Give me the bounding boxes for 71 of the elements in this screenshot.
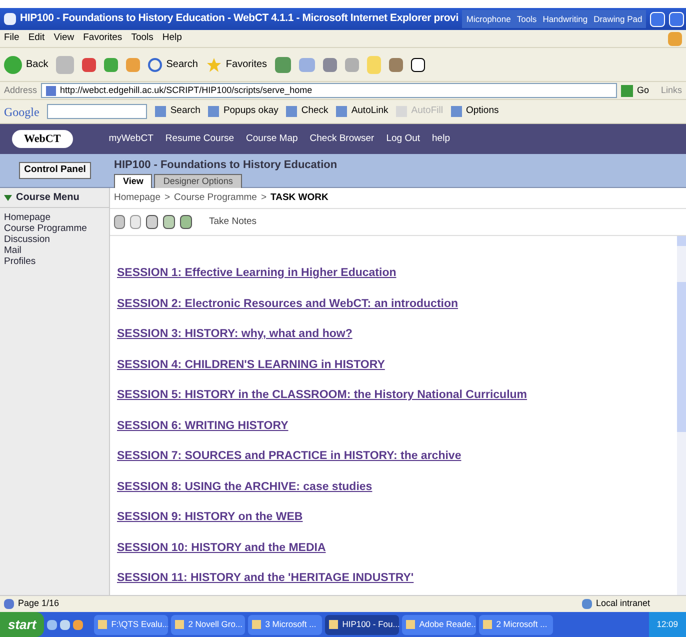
google-search-field[interactable]: [47, 104, 148, 119]
course-menu-item[interactable]: Mail: [4, 245, 105, 256]
breadcrumb-separator: >: [164, 190, 170, 205]
google-toolbar-button[interactable]: Search: [155, 104, 200, 119]
taskbar-button[interactable]: 2 Microsoft ...: [479, 614, 554, 634]
nav-link[interactable]: Resume Course: [165, 132, 234, 146]
menu-item[interactable]: View: [54, 31, 74, 46]
nav-link[interactable]: Check Browser: [310, 132, 374, 146]
webct-logo[interactable]: WebCT: [12, 130, 73, 148]
menu-item[interactable]: Tools: [131, 31, 154, 46]
clock: 12:09: [648, 612, 686, 637]
taskbar-button[interactable]: 2 Novell Gro...: [171, 614, 246, 634]
zone-text: Local intranet: [596, 597, 650, 610]
taskbar-button[interactable]: 3 Microsoft ...: [248, 614, 322, 634]
window-title: HIP100 - Foundations to History Education - WebCT 4.1.1 - Microsoft Internet Explorer provi: [20, 11, 458, 26]
course-menu-header[interactable]: Course Menu: [0, 188, 109, 208]
session-link[interactable]: SESSION 11: HISTORY and the 'HERITAGE INDUSTRY': [117, 569, 414, 587]
taskbar-button[interactable]: Adobe Reade...: [402, 614, 476, 634]
search-button[interactable]: Search: [148, 57, 198, 72]
take-notes-link[interactable]: Take Notes: [209, 214, 257, 230]
nav-link[interactable]: Log Out: [386, 132, 420, 146]
session-link[interactable]: SESSION 9: HISTORY on the WEB: [117, 508, 303, 526]
session-link[interactable]: SESSION 5: HISTORY in the CLASSROOM: the History National Curriculum: [117, 386, 528, 404]
taskbar-button[interactable]: HIP100 - Fou...: [325, 614, 400, 634]
back-button[interactable]: Back: [4, 56, 48, 74]
menu-item[interactable]: Edit: [28, 31, 45, 46]
session-link[interactable]: SESSION 10: HISTORY and the MEDIA: [117, 538, 326, 556]
menu-item[interactable]: Help: [162, 31, 182, 46]
language-bar-button[interactable]: Drawing Pad: [594, 12, 642, 26]
language-bar-button[interactable]: Handwriting: [542, 12, 588, 26]
nav-link[interactable]: myWebCT: [108, 132, 154, 146]
control-panel-button[interactable]: Control Panel: [19, 162, 91, 179]
session-link[interactable]: SESSION 2: Electronic Resources and WebCT: an introduction: [117, 294, 458, 312]
breadcrumb-item: TASK WORK: [270, 190, 328, 205]
language-bar-button[interactable]: Microphone: [466, 12, 511, 26]
session-link[interactable]: SESSION 1: Effective Learning in Higher Education: [117, 264, 396, 282]
breadcrumb-item[interactable]: Course Programme: [174, 190, 257, 206]
scrollbar[interactable]: [677, 236, 686, 595]
language-bar-button[interactable]: Tools: [516, 12, 537, 26]
tab[interactable]: Designer Options: [154, 174, 242, 188]
session-link[interactable]: SESSION 6: WRITING HISTORY: [117, 416, 288, 434]
google-toolbar-button[interactable]: Check: [286, 104, 328, 119]
session-link[interactable]: SESSION 7: SOURCES and PRACTICE in HISTORY: the archive: [117, 447, 462, 465]
tab[interactable]: View: [114, 174, 152, 188]
menu-item[interactable]: File: [4, 31, 20, 46]
google-logo[interactable]: Google: [4, 102, 40, 120]
breadcrumb-item[interactable]: Homepage: [114, 190, 160, 206]
google-toolbar-button[interactable]: Popups okay: [208, 104, 278, 119]
course-menu-item[interactable]: Discussion: [4, 234, 105, 245]
start-button[interactable]: start: [0, 612, 44, 637]
course-menu-item[interactable]: Homepage: [4, 212, 105, 223]
status-text: Page 1/16: [18, 597, 60, 610]
menu-item[interactable]: Favorites: [83, 31, 122, 46]
google-toolbar-button[interactable]: AutoLink: [336, 104, 388, 119]
go-button[interactable]: Go: [620, 84, 649, 98]
session-link[interactable]: SESSION 4: CHILDREN'S LEARNING in HISTORY: [117, 356, 385, 374]
nav-link[interactable]: help: [432, 132, 450, 146]
address-label: Address: [4, 84, 38, 97]
taskbar-button[interactable]: F:\QTS Evalu...: [94, 614, 168, 634]
session-link[interactable]: SESSION 8: USING the ARCHIVE: case studies: [117, 478, 372, 496]
address-field[interactable]: http://webct.edgehill.ac.uk/SCRIPT/HIP100/scripts/serve_home: [41, 83, 617, 98]
triangle-icon: [4, 194, 12, 202]
session-link[interactable]: SESSION 3: HISTORY: why, what and how?: [117, 325, 352, 343]
course-menu-item[interactable]: Course Programme: [4, 223, 105, 234]
breadcrumb-separator: >: [260, 190, 266, 205]
favorites-button[interactable]: Favorites: [206, 56, 268, 72]
nav-link[interactable]: Course Map: [246, 132, 298, 146]
course-menu-item[interactable]: Profiles: [4, 256, 105, 267]
star-icon: [206, 56, 222, 72]
course-title: HIP100 - Foundations to History Education: [114, 158, 338, 173]
google-toolbar-button[interactable]: Options: [450, 104, 499, 119]
